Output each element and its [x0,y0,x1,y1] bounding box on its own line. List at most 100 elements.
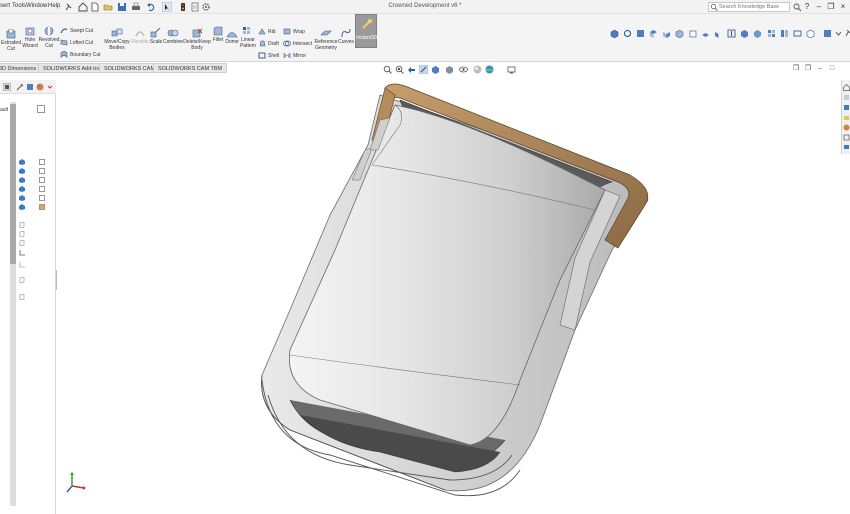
edit-appearance-icon[interactable] [473,65,482,74]
rotate-icon[interactable] [623,29,632,38]
view-settings-icon[interactable] [507,65,516,74]
traffic-light-icon[interactable] [178,2,188,12]
new-document-icon[interactable] [90,2,100,12]
body-icon[interactable] [19,159,25,165]
visibility-checkbox[interactable] [39,177,45,183]
new-view-icon[interactable] [823,29,832,38]
scrollbar-thumb[interactable] [10,104,16,264]
custom-properties-icon[interactable] [843,134,850,141]
property-manager-icon[interactable] [16,83,24,91]
rib-button[interactable]: Rib [258,28,276,37]
viewport-tile-button[interactable]: ❐ [804,65,812,73]
pin-icon[interactable] [64,2,74,12]
tab-solidworks-cam[interactable]: SOLIDWORKS CAM [99,63,161,73]
body-icon[interactable] [19,177,25,183]
minimize-button[interactable]: – [814,2,824,12]
intersect-button[interactable]: Intersect [283,40,312,49]
search-options-icon[interactable] [792,2,802,12]
feature-tree-icon[interactable] [3,83,11,91]
design-library-icon[interactable] [843,104,850,111]
lofted-cut-button[interactable]: Lofted Cut [60,39,93,48]
home-icon[interactable] [78,2,88,12]
linear-pattern-button[interactable]: Linear Pattern [239,26,257,49]
view-back-icon[interactable] [688,29,697,38]
plane-icon[interactable] [19,277,25,283]
select-cursor-icon[interactable] [162,2,172,12]
zoom-to-fit-icon[interactable] [383,65,392,74]
chevron-down-icon[interactable] [834,29,843,38]
previous-view-icon[interactable] [407,65,416,74]
curves-button[interactable]: Curves [338,28,354,45]
scale-button[interactable]: Scale [149,28,163,45]
visibility-checkbox[interactable] [39,204,45,210]
feature-tree-scrollbar[interactable] [10,102,16,506]
boundary-cut-button[interactable]: Boundary Cut [60,51,101,60]
flex-button[interactable]: Flexible [130,28,150,45]
instant3d-button[interactable]: Instant3D [355,14,377,48]
visibility-checkbox[interactable] [39,195,45,201]
tree-toggle-checkbox[interactable] [37,105,45,113]
visibility-checkbox[interactable] [39,168,45,174]
restore-button[interactable]: ❐ [826,2,836,12]
view-right-icon[interactable] [662,29,671,38]
reference-geometry-button[interactable]: Reference Geometry [314,28,338,51]
visibility-checkbox[interactable] [39,159,45,165]
body-icon[interactable] [19,195,25,201]
link-views-icon[interactable] [793,29,802,38]
body-icon[interactable] [19,204,25,210]
fillet-button[interactable]: Fillet [211,26,225,43]
view-trimetric-icon[interactable] [753,29,762,38]
dome-button[interactable]: Dome [224,28,240,45]
menu-insert[interactable]: sert [0,3,10,9]
plane-icon[interactable] [19,294,25,300]
shell-button[interactable]: Shell [258,52,279,61]
zoom-to-area-icon[interactable] [395,65,404,74]
body-icon[interactable] [19,186,25,192]
view-front-icon[interactable] [636,29,645,38]
view-selector-icon[interactable] [806,29,815,38]
forum-icon[interactable] [843,144,850,151]
view-cube-icon[interactable] [610,29,619,38]
hole-wizard-button[interactable]: Hole Wizard [21,26,39,49]
mirror-button[interactable]: Mirror [283,52,306,61]
hide-show-items-icon[interactable] [459,65,468,74]
options-gear-icon[interactable] [201,2,211,12]
plane-icon[interactable] [19,222,25,228]
delete-keep-body-button[interactable]: Delete/Keep Body [183,28,211,51]
revolved-cut-button[interactable]: Revolved Cut [38,26,60,49]
tab-3d-dimensions[interactable]: 3D Dimensions [0,63,42,73]
view-iso-icon[interactable] [675,29,684,38]
configuration-manager-icon[interactable] [26,83,34,91]
menu-help[interactable]: Help [48,3,60,9]
open-folder-icon[interactable] [103,2,113,12]
view-bottom-icon[interactable] [701,29,710,38]
view-left-icon[interactable] [714,29,723,38]
undo-icon[interactable] [146,2,156,12]
appearances-icon[interactable] [843,124,850,131]
extruded-cut-button[interactable]: Extruded Cut [0,29,22,52]
view-top-icon[interactable] [649,29,658,38]
plane-icon[interactable] [19,240,25,246]
file-properties-icon[interactable] [190,2,200,12]
plane-icon[interactable] [19,231,25,237]
menu-window[interactable]: Window [26,3,47,9]
move-copy-bodies-button[interactable]: Move/Copy Bodies [104,28,130,51]
close-button[interactable]: × [838,2,848,12]
search-input[interactable] [708,2,790,12]
help-button[interactable]: ? [802,2,812,12]
combine-button[interactable]: Combine [163,28,183,45]
save-icon[interactable] [117,2,127,12]
viewport-restore-button[interactable]: ❐ [792,65,800,73]
origin-icon[interactable] [19,250,25,256]
tab-solidworks-cam-tbm[interactable]: SOLIDWORKS CAM TBM [153,63,228,73]
graphics-viewport[interactable] [60,76,840,514]
section-view-icon[interactable] [419,65,428,74]
viewport-maximize-button[interactable]: □ [828,65,836,73]
home-icon[interactable] [843,84,850,91]
swept-cut-button[interactable]: Swept Cut [60,27,93,36]
visibility-checkbox[interactable] [39,186,45,192]
draft-button[interactable]: Draft [258,40,279,49]
viewport-minimize-button[interactable]: – [816,65,824,73]
sketch-icon[interactable] [19,262,25,268]
display-style-icon[interactable] [445,65,454,74]
